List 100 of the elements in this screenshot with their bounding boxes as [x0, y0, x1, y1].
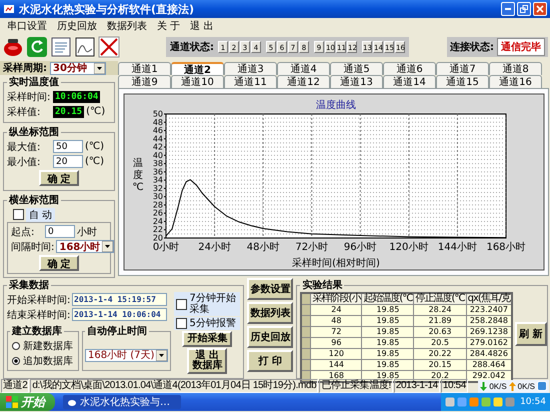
- chart-document-icon[interactable]: [74, 36, 96, 58]
- minimize-button[interactable]: [501, 2, 515, 16]
- radio-button[interactable]: [12, 342, 20, 350]
- tab[interactable]: 通道8: [489, 62, 542, 75]
- menu-item[interactable]: 数据列表: [102, 18, 152, 32]
- tab[interactable]: 通道6: [383, 62, 436, 75]
- tab[interactable]: 通道11: [224, 75, 277, 88]
- axis-label: 30: [152, 192, 162, 202]
- tab[interactable]: 通道3: [224, 62, 277, 75]
- menu-item[interactable]: 串口设置: [2, 18, 52, 32]
- row-header: [301, 348, 311, 360]
- checkbox[interactable]: [176, 298, 188, 310]
- tab[interactable]: 通道15: [436, 75, 489, 88]
- cross-icon[interactable]: [98, 36, 120, 58]
- document-icon[interactable]: [50, 36, 72, 58]
- up-arrow-icon: [508, 382, 516, 390]
- checkbox[interactable]: [176, 318, 188, 329]
- tab[interactable]: 通道16: [489, 75, 542, 88]
- action-button[interactable]: 参数设置: [247, 278, 294, 300]
- refresh-icon[interactable]: [26, 36, 48, 58]
- status-text: 2013-1-14: [394, 379, 440, 393]
- input-field[interactable]: 20: [53, 155, 83, 168]
- caret-icon: [156, 350, 168, 360]
- ok-button[interactable]: 确 定: [39, 255, 79, 271]
- group-title: 纵坐标范围: [8, 126, 60, 139]
- axis-label: 72小时: [294, 242, 328, 253]
- row-header: [301, 338, 311, 348]
- row-header: [301, 326, 311, 338]
- action-button[interactable]: 退 出 数据库: [187, 348, 228, 374]
- status-label: 通道状态:: [170, 40, 214, 54]
- checkbox[interactable]: [13, 209, 24, 220]
- tab[interactable]: 通道1: [118, 62, 171, 75]
- dropdown[interactable]: 168小时 (7天): [85, 348, 168, 362]
- column-header: 停止温度(℃: [414, 293, 466, 304]
- pot-icon[interactable]: [2, 36, 24, 58]
- app-icon: [3, 3, 15, 15]
- radio-button[interactable]: [12, 356, 20, 364]
- table-cell: 20.63: [414, 326, 466, 338]
- status-label: 连接状态:: [450, 40, 494, 54]
- table-cell: 19.85: [362, 338, 414, 348]
- table-cell: 28.24: [414, 304, 466, 316]
- axis-label: 20: [152, 234, 162, 242]
- axis-label: 48小时: [246, 242, 279, 253]
- refresh-button[interactable]: 刷 新: [515, 322, 547, 346]
- action-button[interactable]: 历史回放: [247, 326, 294, 348]
- axis-label: 24: [152, 216, 162, 226]
- axis-label: 36: [152, 167, 162, 176]
- table-cell: 21.89: [414, 316, 466, 326]
- input-field[interactable]: 50: [53, 140, 83, 153]
- tab[interactable]: 通道5: [330, 62, 383, 75]
- axis-label: 0小时: [152, 242, 179, 253]
- menu-item[interactable]: 退 出: [185, 18, 218, 32]
- group-title: 自动停止时间: [86, 324, 148, 338]
- table-cell: 223.2407: [466, 304, 512, 316]
- tab[interactable]: 通道14: [383, 75, 436, 88]
- restore-button[interactable]: [517, 2, 531, 16]
- tab[interactable]: 通道2: [171, 62, 224, 75]
- close-button[interactable]: [533, 2, 547, 16]
- tab[interactable]: 通道13: [330, 75, 383, 88]
- input-field[interactable]: 2013-1-4 15:19:57: [72, 293, 167, 306]
- tab[interactable]: 通道10: [171, 75, 224, 88]
- input-field[interactable]: 2013-1-14 10:06:04: [72, 308, 167, 321]
- table-cell: 258.2848: [466, 316, 512, 326]
- axis-label: 24小时: [198, 242, 230, 253]
- axis-label: 50: [152, 110, 162, 118]
- axis-label: 28: [152, 200, 162, 210]
- axis-label: 26: [152, 208, 162, 218]
- table-cell: 269.1238: [466, 326, 512, 338]
- table-cell: 72: [310, 326, 362, 338]
- group-title: 实验结果: [301, 278, 344, 292]
- action-button[interactable]: 打 印: [247, 350, 294, 372]
- tray-icon[interactable]: [493, 397, 504, 407]
- tab[interactable]: 通道9: [118, 75, 171, 88]
- axis-title: 温度℃: [132, 158, 144, 193]
- tab[interactable]: 通道7: [436, 62, 489, 75]
- group-title: 实时温度值: [8, 75, 60, 89]
- taskbar-button[interactable]: 水泥水化热实验与…: [63, 395, 181, 409]
- ok-button[interactable]: 确 定: [39, 170, 79, 186]
- status-text: 10:54: [440, 379, 468, 393]
- group-title: 建立数据库: [10, 324, 63, 338]
- dropdown[interactable]: 168小时: [56, 240, 114, 253]
- tab[interactable]: 通道12: [277, 75, 330, 88]
- checkbox-label: 5分钟报警: [189, 318, 236, 329]
- action-button[interactable]: 数据列表: [247, 302, 294, 324]
- window-icon: [537, 381, 547, 391]
- unit-label: (℃): [86, 106, 106, 117]
- menu-item[interactable]: 关 于: [152, 18, 186, 32]
- display-field: 20.15: [53, 106, 84, 118]
- action-button[interactable]: 开始采集: [182, 331, 232, 347]
- radio-label: 新建数据库: [23, 340, 73, 352]
- group-title: 横坐标范围: [8, 194, 60, 207]
- group-title: 采集数据: [8, 278, 50, 292]
- tab[interactable]: 通道4: [277, 62, 330, 75]
- menu-item[interactable]: 历史回放: [52, 18, 102, 32]
- status-field: 通信完毕: [497, 38, 545, 56]
- axis-label: 44: [152, 134, 162, 144]
- row-header: [301, 293, 311, 304]
- dropdown[interactable]: 30分钟: [50, 62, 106, 74]
- input-field[interactable]: 0: [45, 225, 75, 238]
- table-cell: 288.464: [466, 360, 512, 370]
